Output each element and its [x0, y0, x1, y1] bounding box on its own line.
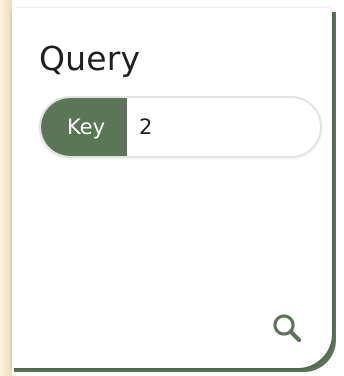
key-field[interactable]: Key 2	[39, 96, 322, 158]
card-title: Query	[39, 39, 141, 78]
key-field-value[interactable]: 2	[139, 98, 152, 156]
search-icon	[273, 314, 302, 343]
query-card: Query Key 2	[12, 8, 332, 368]
search-button[interactable]	[267, 308, 307, 348]
side-panel-edge	[0, 0, 12, 376]
stage: Query Key 2	[0, 0, 344, 376]
key-field-label: Key	[41, 98, 127, 156]
